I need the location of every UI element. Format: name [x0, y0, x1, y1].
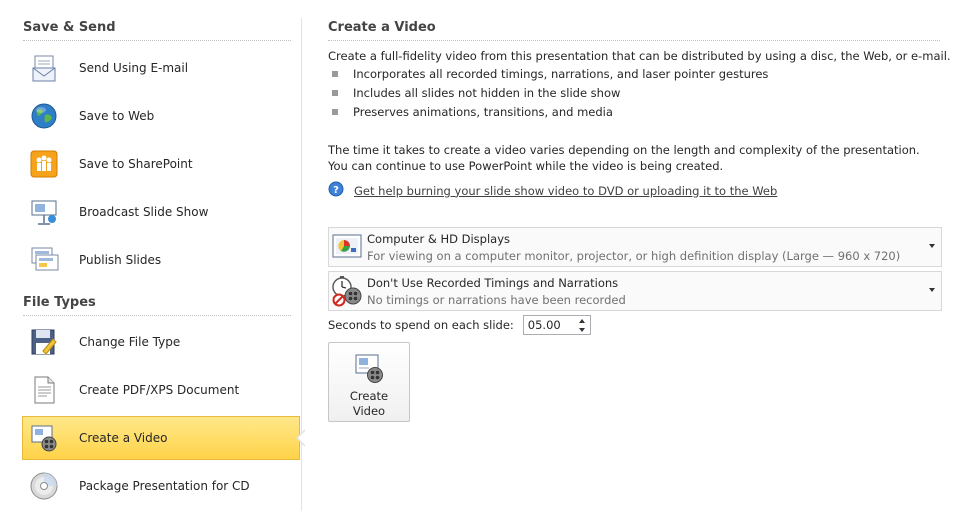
spin-down-button[interactable]: [574, 325, 590, 334]
timings-icon: [331, 275, 363, 307]
feature-bullet: Incorporates all recorded timings, narra…: [332, 67, 768, 81]
dropdown-subtitle: For viewing on a computer monitor, proje…: [367, 248, 901, 263]
sidebar-item-label: Save to SharePoint: [79, 157, 193, 171]
sidebar-item-create-video[interactable]: Create a Video: [22, 416, 300, 460]
sidebar-item-publish-slides[interactable]: Publish Slides: [22, 238, 300, 282]
sidebar-item-label: Save to Web: [79, 109, 155, 123]
email-icon: [27, 51, 61, 85]
seconds-per-slide-label: Seconds to spend on each slide:: [328, 318, 514, 332]
sidebar-item-save-to-sharepoint[interactable]: Save to SharePoint: [22, 142, 300, 186]
create-video-panel: Create a Video Create a full-fidelity vi…: [328, 0, 951, 511]
sidebar-item-package-for-cd[interactable]: Package Presentation for CD: [22, 464, 300, 508]
sidebar-item-label: Package Presentation for CD: [79, 479, 250, 493]
create-video-button-label: Create Video: [349, 389, 389, 418]
sidebar-item-create-pdf-xps[interactable]: Create PDF/XPS Document: [22, 368, 300, 412]
bullet-marker: [332, 71, 338, 77]
create-video-button[interactable]: Create Video: [328, 342, 410, 422]
sidebar-item-label: Change File Type: [79, 335, 181, 349]
chevron-down-icon: [929, 244, 935, 248]
title-divider: [328, 40, 940, 41]
feature-bullet: Preserves animations, transitions, and m…: [332, 105, 613, 119]
dropdown-text: Computer & HD Displays For viewing on a …: [367, 232, 900, 263]
section-header-save-send: Save & Send: [23, 20, 116, 35]
section-divider: [23, 315, 291, 316]
create-video-icon: [352, 351, 386, 385]
help-icon[interactable]: ?: [328, 181, 344, 200]
intro-text: Create a full-fidelity video from this p…: [328, 49, 951, 63]
sidebar-item-change-file-type[interactable]: Change File Type: [22, 320, 300, 364]
sharepoint-icon: [27, 147, 61, 181]
dropdown-title: Don't Use Recorded Timings and Narration…: [367, 275, 619, 290]
spin-up-button[interactable]: [574, 316, 590, 325]
save-send-sidebar: Save & Send Send Using E-mail Save to We…: [0, 0, 301, 511]
arrow-down-icon: [578, 327, 585, 332]
sidebar-item-label: Send Using E-mail: [79, 61, 189, 75]
svg-text:?: ?: [333, 185, 339, 196]
dropdown-text: Don't Use Recorded Timings and Narration…: [367, 276, 626, 307]
seconds-per-slide-row: Seconds to spend on each slide:: [328, 315, 591, 335]
sidebar-item-label: Publish Slides: [79, 253, 162, 267]
video-quality-dropdown[interactable]: Computer & HD Displays For viewing on a …: [328, 227, 942, 267]
feature-bullet: Includes all slides not hidden in the sl…: [332, 86, 620, 100]
sidebar-item-broadcast-slide-show[interactable]: Broadcast Slide Show: [22, 190, 300, 234]
bullet-text: Includes all slides not hidden in the sl…: [353, 86, 621, 100]
dropdown-title: Computer & HD Displays: [367, 231, 510, 246]
sidebar-item-label: Create a Video: [79, 431, 168, 445]
chevron-down-icon: [929, 288, 935, 292]
pdf-document-icon: [27, 373, 61, 407]
broadcast-icon: [27, 195, 61, 229]
help-link[interactable]: Get help burning your slide show video t…: [354, 184, 777, 198]
help-row: ? Get help burning your slide show video…: [328, 181, 777, 200]
sidebar-item-save-to-web[interactable]: Save to Web: [22, 94, 300, 138]
bullet-text: Incorporates all recorded timings, narra…: [353, 67, 769, 81]
seconds-per-slide-stepper: [522, 315, 591, 335]
selection-pointer: [298, 430, 306, 446]
dropdown-subtitle: No timings or narrations have been recor…: [367, 292, 626, 307]
publish-slides-icon: [27, 243, 61, 277]
section-header-file-types: File Types: [23, 295, 96, 310]
spinner-buttons: [574, 316, 590, 334]
sidebar-item-send-email[interactable]: Send Using E-mail: [22, 46, 300, 90]
bullet-text: Preserves animations, transitions, and m…: [353, 105, 613, 119]
section-divider: [23, 40, 291, 41]
video-icon: [27, 421, 61, 455]
sidebar-item-label: Create PDF/XPS Document: [79, 383, 240, 397]
seconds-per-slide-input[interactable]: [523, 316, 574, 334]
sidebar-item-label: Broadcast Slide Show: [79, 205, 209, 219]
globe-icon: [27, 99, 61, 133]
change-file-type-icon: [27, 325, 61, 359]
recorded-timings-dropdown[interactable]: Don't Use Recorded Timings and Narration…: [328, 271, 942, 311]
page-title: Create a Video: [328, 20, 436, 35]
bullet-marker: [332, 90, 338, 96]
arrow-up-icon: [578, 318, 585, 323]
display-icon: [331, 231, 363, 263]
bullet-marker: [332, 109, 338, 115]
timing-description: The time it takes to create a video vari…: [328, 143, 920, 173]
cd-icon: [27, 469, 61, 503]
